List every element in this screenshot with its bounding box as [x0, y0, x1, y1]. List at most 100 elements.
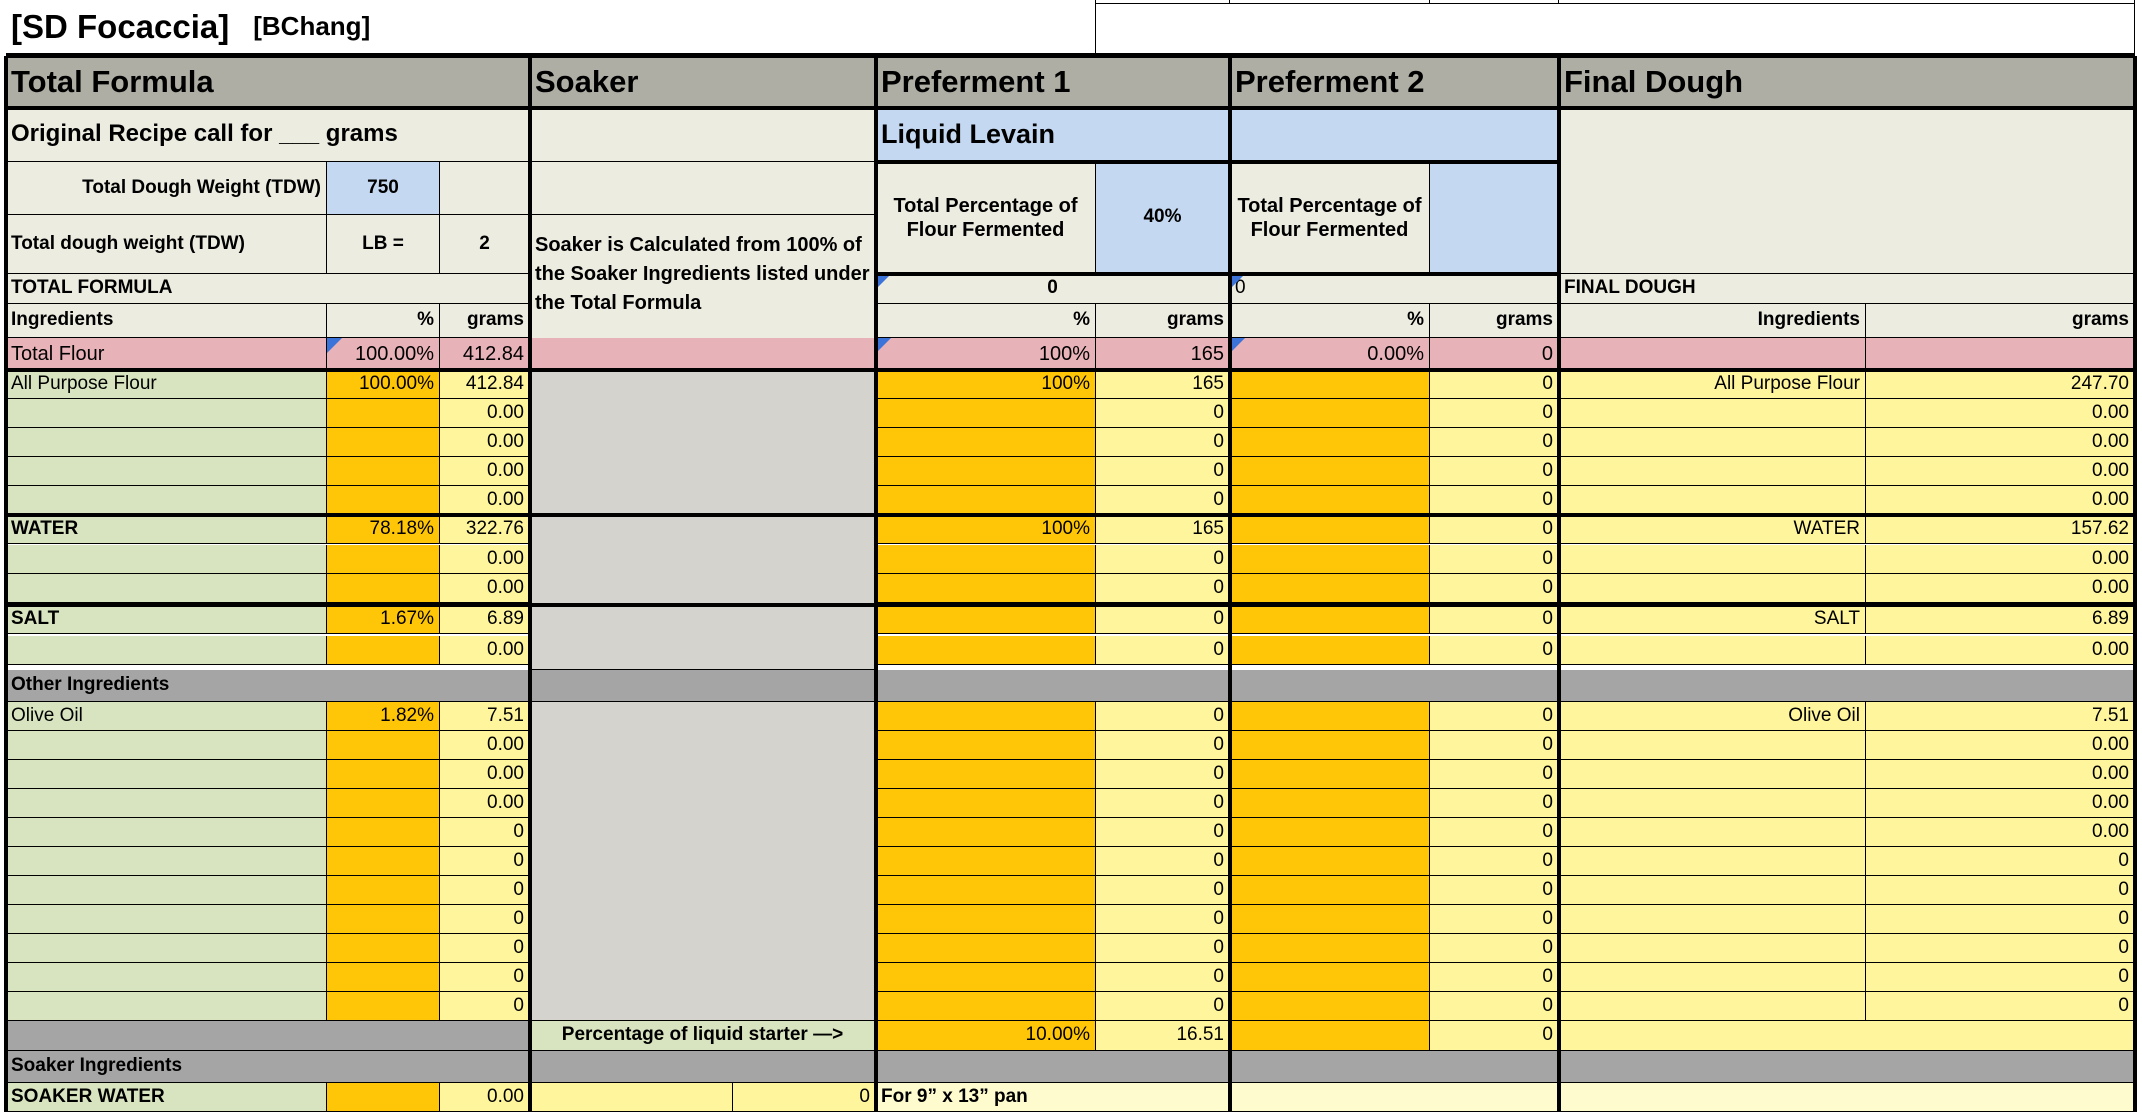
pf1-ingredient-grams[interactable]: 0 — [1096, 760, 1230, 789]
pf1-ingredient-pct[interactable] — [876, 992, 1096, 1021]
tdw-blank-cell[interactable] — [440, 162, 530, 215]
final-ingredient-grams[interactable]: 0.00 — [1866, 457, 2135, 486]
final-total-flour-cell[interactable] — [1866, 338, 2135, 370]
soaker-water-name[interactable]: SOAKER WATER — [6, 1083, 327, 1112]
pf2-ingredient-pct[interactable] — [1230, 876, 1430, 905]
ingredient-pct[interactable] — [327, 905, 440, 934]
ingredient-grams[interactable]: 0.00 — [440, 428, 530, 457]
pf2-ingredient-grams[interactable]: 0 — [1430, 636, 1559, 665]
lb-equals-label[interactable]: LB = — [327, 215, 440, 274]
ingredient-pct[interactable] — [327, 876, 440, 905]
ingredient-name[interactable] — [6, 760, 327, 789]
pf2-ingredient-grams[interactable]: 0 — [1430, 847, 1559, 876]
ingredient-pct[interactable]: 100.00% — [327, 370, 440, 399]
ingredient-name[interactable] — [6, 399, 327, 428]
pf1-ingredient-pct[interactable] — [876, 789, 1096, 818]
final-ingredient-grams[interactable]: 0.00 — [1866, 731, 2135, 760]
ingredient-pct[interactable]: 1.82% — [327, 702, 440, 731]
liquid-starter-blank[interactable] — [6, 1021, 530, 1051]
final-ingredient-name[interactable] — [1559, 636, 1866, 665]
pf1-ingredient-grams[interactable]: 0 — [1096, 545, 1230, 574]
final-ingredient-grams[interactable]: 0 — [1866, 905, 2135, 934]
pf1-ingredient-pct[interactable] — [876, 963, 1096, 992]
soaker-water-grams[interactable]: 0.00 — [440, 1083, 530, 1112]
ingredient-grams[interactable]: 0.00 — [440, 760, 530, 789]
pf1-ingredient-grams[interactable]: 0 — [1096, 963, 1230, 992]
pf2-ingredient-pct[interactable] — [1230, 486, 1430, 515]
pf1-ingredient-pct[interactable] — [876, 702, 1096, 731]
final-ingredient-grams[interactable]: 0.00 — [1866, 818, 2135, 847]
final-ingredient-name[interactable] — [1559, 905, 1866, 934]
col-header-pct[interactable]: % — [327, 304, 440, 338]
soaker-area[interactable] — [530, 370, 876, 670]
pf1-ingredient-grams[interactable]: 0 — [1096, 428, 1230, 457]
col-header-ingredients[interactable]: Ingredients — [6, 304, 327, 338]
ingredient-pct[interactable] — [327, 963, 440, 992]
ingredient-grams[interactable]: 0 — [440, 818, 530, 847]
pf2-ingredient-grams[interactable]: 0 — [1430, 486, 1559, 515]
pf2-ingredient-grams[interactable]: 0 — [1430, 515, 1559, 544]
final-ingredient-grams[interactable]: 0 — [1866, 963, 2135, 992]
pf1-col-header-pct[interactable]: % — [876, 304, 1096, 338]
preferment-2-sum[interactable]: 0 — [1230, 274, 1559, 304]
pf1-ingredient-pct[interactable] — [876, 486, 1096, 515]
final-ingredient-name[interactable] — [1559, 545, 1866, 574]
tdw-label[interactable]: Total Dough Weight (TDW) — [6, 162, 327, 215]
pf1-col-header-grams[interactable]: grams — [1096, 304, 1230, 338]
pf2-ingredient-grams[interactable]: 0 — [1430, 818, 1559, 847]
ingredient-pct[interactable]: 1.67% — [327, 605, 440, 634]
final-ingredient-name[interactable] — [1559, 399, 1866, 428]
pf2-ingredient-pct[interactable] — [1230, 992, 1430, 1021]
ingredient-name[interactable] — [6, 731, 327, 760]
final-ingredient-name[interactable] — [1559, 731, 1866, 760]
pf1-ingredient-grams[interactable]: 0 — [1096, 905, 1230, 934]
pf2-ingredient-pct[interactable] — [1230, 731, 1430, 760]
liquid-starter-pct[interactable]: 10.00% — [876, 1021, 1096, 1051]
pf1-ingredient-grams[interactable]: 0 — [1096, 934, 1230, 963]
pf1-ingredient-pct[interactable] — [876, 399, 1096, 428]
preferment-1-pct-input[interactable]: 40% — [1096, 162, 1230, 274]
ingredient-name[interactable] — [6, 428, 327, 457]
final-ingredient-grams[interactable]: 157.62 — [1866, 515, 2135, 544]
preferment-2-pct-label[interactable]: Total Percentage of Flour Fermented — [1230, 162, 1430, 274]
pf2-col-header-grams[interactable]: grams — [1430, 304, 1559, 338]
pf2-ingredient-pct[interactable] — [1230, 963, 1430, 992]
pf1-total-flour-pct[interactable]: 100% — [876, 338, 1096, 370]
pf1-ingredient-pct[interactable] — [876, 847, 1096, 876]
pf1-ingredient-pct[interactable] — [876, 905, 1096, 934]
pf2-ingredient-grams[interactable]: 0 — [1430, 789, 1559, 818]
pf1-ingredient-pct[interactable] — [876, 428, 1096, 457]
ingredient-grams[interactable]: 6.89 — [440, 605, 530, 634]
liquid-starter-grams[interactable]: 16.51 — [1096, 1021, 1230, 1051]
pf2-ingredient-grams[interactable]: 0 — [1430, 731, 1559, 760]
pf2-ingredient-grams[interactable]: 0 — [1430, 574, 1559, 603]
pf1-ingredient-grams[interactable]: 0 — [1096, 731, 1230, 760]
total-flour-name[interactable]: Total Flour — [6, 338, 327, 370]
ingredient-name[interactable] — [6, 876, 327, 905]
ingredient-name[interactable] — [6, 934, 327, 963]
ingredient-name[interactable] — [6, 992, 327, 1021]
section-header-final-dough[interactable]: Final Dough — [1559, 56, 2135, 108]
pf1-ingredient-pct[interactable] — [876, 876, 1096, 905]
ingredient-pct[interactable] — [327, 818, 440, 847]
pf1-total-flour-grams[interactable]: 165 — [1096, 338, 1230, 370]
pf1-ingredient-grams[interactable]: 0 — [1096, 636, 1230, 665]
pf1-ingredient-grams[interactable]: 165 — [1096, 515, 1230, 544]
ingredient-pct[interactable] — [327, 574, 440, 603]
pf2-ingredient-grams[interactable]: 0 — [1430, 605, 1559, 634]
pf2-ingredient-pct[interactable] — [1230, 428, 1430, 457]
pf2-ingredient-pct[interactable] — [1230, 789, 1430, 818]
pf2-liquid-starter-pct[interactable] — [1230, 1021, 1430, 1051]
pf2-ingredient-grams[interactable]: 0 — [1430, 545, 1559, 574]
ingredient-grams[interactable]: 0.00 — [440, 486, 530, 515]
ingredient-grams[interactable]: 0.00 — [440, 399, 530, 428]
pf1-ingredient-grams[interactable]: 0 — [1096, 818, 1230, 847]
pf1-ingredient-grams[interactable]: 0 — [1096, 457, 1230, 486]
ingredient-pct[interactable] — [327, 731, 440, 760]
final-ingredient-grams[interactable]: 6.89 — [1866, 605, 2135, 634]
ingredient-grams[interactable]: 0.00 — [440, 457, 530, 486]
soaker-note[interactable]: Soaker is Calculated from 100% of the So… — [530, 215, 876, 340]
pf2-ingredient-grams[interactable]: 0 — [1430, 370, 1559, 399]
final-col-header-ingredients[interactable]: Ingredients — [1559, 304, 1866, 338]
pf1-ingredient-grams[interactable]: 0 — [1096, 605, 1230, 634]
